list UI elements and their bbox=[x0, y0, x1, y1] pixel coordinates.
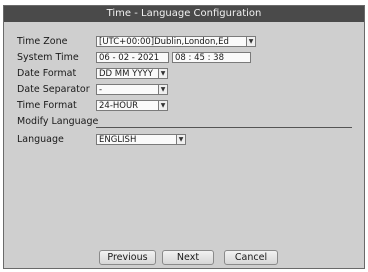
previous-button[interactable]: Previous bbox=[99, 250, 156, 265]
date-separator-label: Date Separator bbox=[17, 84, 90, 95]
date-format-select[interactable]: DD MM YYYY bbox=[96, 68, 159, 79]
system-date-field[interactable]: 06 - 02 - 2021 bbox=[96, 52, 169, 63]
dialog-title: Time - Language Configuration bbox=[4, 6, 364, 22]
language-select[interactable]: ENGLISH bbox=[96, 134, 177, 145]
time-zone-select[interactable]: [UTC+00:00]Dublin,London,Ed bbox=[96, 36, 247, 47]
system-time-field[interactable]: 08 : 45 : 38 bbox=[172, 52, 251, 63]
time-format-select[interactable]: 24-HOUR bbox=[96, 100, 159, 111]
modify-language-label: Modify Language bbox=[17, 116, 99, 127]
time-language-dialog: Time - Language Configuration Time Zone … bbox=[3, 5, 365, 269]
chevron-down-icon[interactable]: ▼ bbox=[158, 100, 168, 111]
system-time-label: System Time bbox=[17, 52, 79, 63]
language-label: Language bbox=[17, 134, 64, 145]
chevron-down-icon[interactable]: ▼ bbox=[158, 68, 168, 79]
date-separator-select[interactable]: - bbox=[96, 84, 159, 95]
cancel-button[interactable]: Cancel bbox=[224, 250, 278, 265]
chevron-down-icon[interactable]: ▼ bbox=[176, 134, 186, 145]
next-button[interactable]: Next bbox=[162, 250, 214, 265]
section-divider bbox=[96, 127, 352, 128]
time-format-label: Time Format bbox=[17, 100, 77, 111]
time-zone-label: Time Zone bbox=[17, 36, 68, 47]
chevron-down-icon[interactable]: ▼ bbox=[158, 84, 168, 95]
date-format-label: Date Format bbox=[17, 68, 77, 79]
chevron-down-icon[interactable]: ▼ bbox=[246, 36, 256, 47]
